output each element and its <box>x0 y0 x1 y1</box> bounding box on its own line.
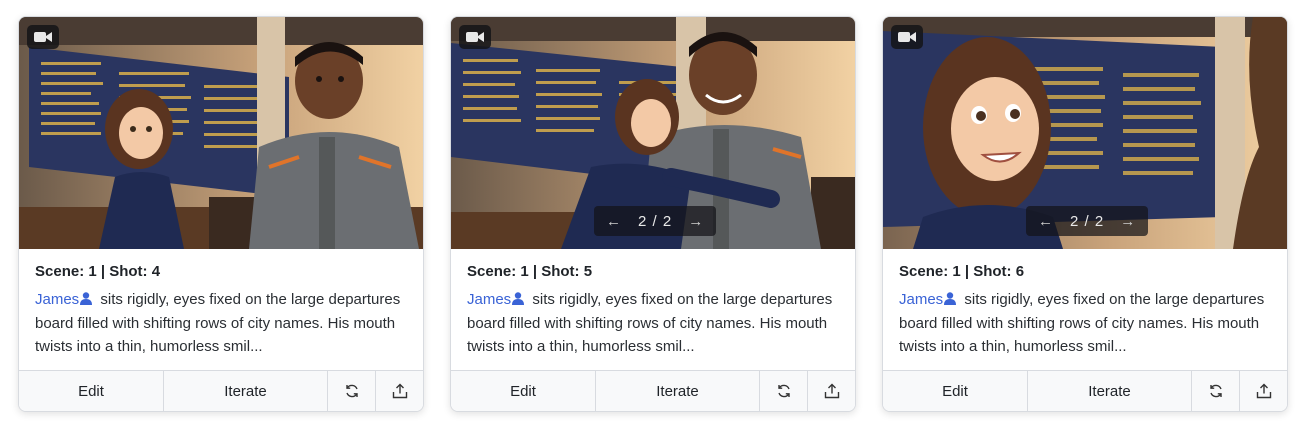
iterate-button[interactable]: Iterate <box>164 371 328 411</box>
character-link[interactable]: James <box>467 291 511 308</box>
image-pager: ← 2 / 2 → <box>1026 206 1149 236</box>
shot-description: James sits rigidly, eyes fixed on the la… <box>467 288 839 359</box>
edit-button[interactable]: Edit <box>19 371 164 411</box>
refresh-icon <box>777 384 790 398</box>
iterate-button[interactable]: Iterate <box>1028 371 1192 411</box>
next-arrow-icon[interactable]: → <box>688 213 704 230</box>
upload-icon <box>824 383 839 399</box>
shot-details: Scene: 1 | Shot: 4 James sits rigidly, e… <box>19 249 423 373</box>
video-camera-icon <box>891 25 923 49</box>
previous-arrow-icon[interactable]: ← <box>606 213 622 230</box>
video-camera-icon <box>459 25 491 49</box>
shot-card: ← 2 / 2 → Scene: 1 | Shot: 5 James sits … <box>450 16 856 412</box>
character-link[interactable]: James <box>899 291 943 308</box>
pager-count: 2 / 2 <box>1070 212 1105 230</box>
regenerate-button[interactable] <box>760 371 808 411</box>
airport-scene-image <box>19 17 423 249</box>
person-icon <box>944 292 957 305</box>
pager-count: 2 / 2 <box>638 212 673 230</box>
edit-button[interactable]: Edit <box>451 371 596 411</box>
character-link[interactable]: James <box>35 291 79 308</box>
upload-icon <box>1256 383 1271 399</box>
shot-thumbnail[interactable]: ← 2 / 2 → <box>883 17 1287 249</box>
previous-arrow-icon[interactable]: ← <box>1038 213 1054 230</box>
shot-details: Scene: 1 | Shot: 5 James sits rigidly, e… <box>451 249 855 373</box>
next-arrow-icon[interactable]: → <box>1120 213 1136 230</box>
iterate-button[interactable]: Iterate <box>596 371 760 411</box>
shot-actions: Edit Iterate <box>19 370 423 411</box>
person-icon <box>80 292 93 305</box>
shot-actions: Edit Iterate <box>883 370 1287 411</box>
shot-thumbnail[interactable]: ← 2 / 2 → <box>451 17 855 249</box>
shot-title: Scene: 1 | Shot: 4 <box>35 263 161 280</box>
person-icon <box>512 292 525 305</box>
video-camera-icon <box>27 25 59 49</box>
shot-thumbnail[interactable] <box>19 17 423 249</box>
share-button[interactable] <box>376 371 423 411</box>
shot-title: Scene: 1 | Shot: 6 <box>899 263 1025 280</box>
share-button[interactable] <box>808 371 855 411</box>
upload-icon <box>392 383 407 399</box>
shot-actions: Edit Iterate <box>451 370 855 411</box>
shot-title: Scene: 1 | Shot: 5 <box>467 263 593 280</box>
shot-description: James sits rigidly, eyes fixed on the la… <box>899 288 1271 359</box>
refresh-icon <box>345 384 358 398</box>
edit-button[interactable]: Edit <box>883 371 1028 411</box>
shot-card-grid: Scene: 1 | Shot: 4 James sits rigidly, e… <box>0 0 1311 435</box>
regenerate-button[interactable] <box>1192 371 1240 411</box>
refresh-icon <box>1209 384 1222 398</box>
share-button[interactable] <box>1240 371 1287 411</box>
image-pager: ← 2 / 2 → <box>594 206 717 236</box>
shot-card: ← 2 / 2 → Scene: 1 | Shot: 6 James sits … <box>882 16 1288 412</box>
shot-details: Scene: 1 | Shot: 6 James sits rigidly, e… <box>883 249 1287 373</box>
shot-description: James sits rigidly, eyes fixed on the la… <box>35 288 407 359</box>
shot-card: Scene: 1 | Shot: 4 James sits rigidly, e… <box>18 16 424 412</box>
regenerate-button[interactable] <box>328 371 376 411</box>
